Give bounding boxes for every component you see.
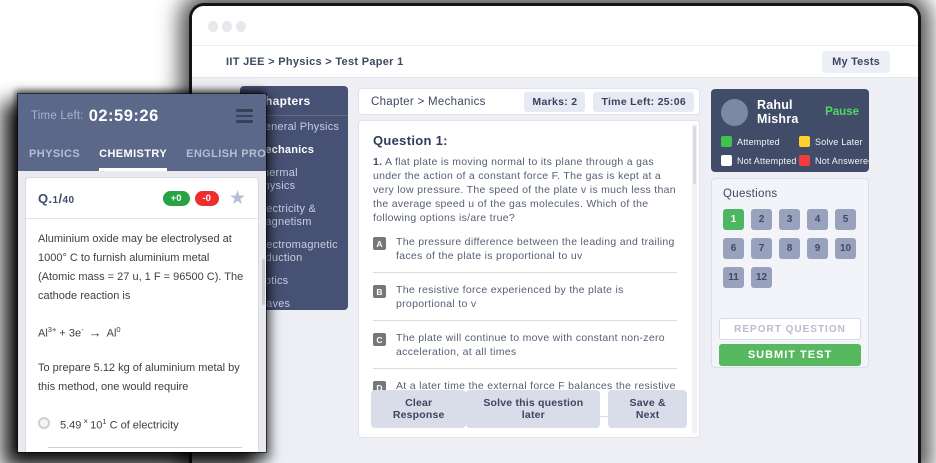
user-name: Rahul Mishra xyxy=(757,98,825,126)
legend-label: Attempted xyxy=(737,137,780,147)
question-cell-2[interactable]: 2 xyxy=(751,209,772,230)
legend-solve-later: Solve Later xyxy=(799,136,873,147)
screenshot-stage: IIT JEE > Physics > Test Paper 1 My Test… xyxy=(0,0,936,463)
radio-icon[interactable] xyxy=(38,417,50,429)
divider xyxy=(373,368,677,369)
phone-option-1[interactable]: 5.49×101 C of electricity xyxy=(38,397,246,448)
question-cell-5[interactable]: 5 xyxy=(835,209,856,230)
clear-response-button[interactable]: Clear Response xyxy=(371,390,466,428)
option-a-text: The pressure difference between the lead… xyxy=(396,236,677,263)
question-cell-7[interactable]: 7 xyxy=(751,238,772,259)
time-left-badge: Time Left: 25:06 xyxy=(593,92,694,112)
question-cell-11[interactable]: 11 xyxy=(723,267,744,288)
option-b-letter: B xyxy=(373,285,386,298)
phone-question-card-header: Q.1/40 +0 -0 ★ xyxy=(26,178,258,219)
negative-marks-pill: -0 xyxy=(195,191,219,206)
question-header-bar: Chapter > Mechanics Marks: 2 Time Left: … xyxy=(358,88,700,115)
phone-scrollbar-thumb[interactable] xyxy=(262,259,265,305)
phone-window: Time Left: 02:59:26 PHYSICS CHEMISTRY EN… xyxy=(18,94,266,452)
phone-question-body: Aluminium oxide may be electrolysed at 1… xyxy=(26,219,258,452)
questions-title: Questions xyxy=(723,188,857,200)
option-c[interactable]: C The plate will continue to move with c… xyxy=(373,332,677,359)
marks-badge: Marks: 2 xyxy=(524,92,585,112)
save-next-button[interactable]: Save & Next xyxy=(608,390,687,428)
top-nav-bar: IIT JEE > Physics > Test Paper 1 My Test… xyxy=(192,46,918,78)
question-body-text: A flat plate is moving normal to its pla… xyxy=(373,156,676,224)
option-c-text: The plate will continue to move with con… xyxy=(396,332,677,359)
status-legend: Attempted Solve Later Not Attempted Not … xyxy=(721,136,859,166)
tab-chemistry[interactable]: CHEMISTRY xyxy=(99,138,167,171)
option-b[interactable]: B The resistive force experienced by the… xyxy=(373,284,677,311)
question-cell-4[interactable]: 4 xyxy=(807,209,828,230)
reaction-arrow: → xyxy=(84,325,107,340)
question-title: Question 1: xyxy=(373,133,677,148)
question-cell-1[interactable]: 1 xyxy=(723,209,744,230)
pause-button[interactable]: Pause xyxy=(825,106,859,118)
legend-label: Solve Later xyxy=(815,137,863,147)
question-cell-12[interactable]: 12 xyxy=(751,267,772,288)
hamburger-menu-icon[interactable] xyxy=(236,109,253,123)
tab-english-proficiency[interactable]: ENGLISH PROFICIENCY xyxy=(186,138,266,171)
not-attempted-swatch-icon xyxy=(721,155,732,166)
positive-marks-pill: +0 xyxy=(163,191,190,206)
phone-header: Time Left: 02:59:26 xyxy=(18,94,266,138)
time-left-value: 02:59:26 xyxy=(89,107,159,126)
option-b-text: The resistive force experienced by the p… xyxy=(396,284,677,311)
divider xyxy=(373,320,677,321)
bookmark-star-icon[interactable]: ★ xyxy=(229,189,246,208)
desktop-content: Chapters General Physics Mechanics Therm… xyxy=(192,78,918,463)
attempted-swatch-icon xyxy=(721,136,732,147)
scrollbar-thumb[interactable] xyxy=(693,126,696,184)
legend-attempted: Attempted xyxy=(721,136,795,147)
phone-question-paragraph-2: To prepare 5.12 kg of aluminium metal by… xyxy=(38,359,246,397)
chapter-breadcrumb: Chapter > Mechanics xyxy=(371,96,486,108)
question-scrollbar[interactable] xyxy=(692,124,697,434)
questions-panel: Questions 1 2 3 4 5 6 7 8 9 10 11 12 REP… xyxy=(711,178,869,368)
option-c-letter: C xyxy=(373,333,386,346)
not-answered-swatch-icon xyxy=(799,155,810,166)
question-cell-8[interactable]: 8 xyxy=(779,238,800,259)
phone-body: Q.1/40 +0 -0 ★ Aluminium oxide may be el… xyxy=(18,171,266,452)
browser-chrome-bar xyxy=(192,6,918,46)
cathode-reaction-formula: Al3+ + 3e-→Al0 xyxy=(38,320,246,344)
desktop-window: IIT JEE > Physics > Test Paper 1 My Test… xyxy=(192,6,918,463)
tab-physics[interactable]: PHYSICS xyxy=(29,138,80,171)
question-number-prefix: 1. xyxy=(373,156,382,168)
divider xyxy=(373,272,677,273)
window-dot-icon[interactable] xyxy=(236,21,246,32)
questions-grid: 1 2 3 4 5 6 7 8 9 10 11 12 xyxy=(723,209,857,288)
solve-later-swatch-icon xyxy=(799,136,810,147)
user-card: Rahul Mishra Pause Attempted Solve Later… xyxy=(711,89,869,172)
question-counter: Q.1/40 xyxy=(38,191,74,206)
question-cell-3[interactable]: 3 xyxy=(779,209,800,230)
legend-not-answered: Not Answered xyxy=(799,155,873,166)
option-a-letter: A xyxy=(373,237,386,250)
avatar xyxy=(721,99,748,126)
window-controls xyxy=(208,21,246,32)
report-question-button[interactable]: REPORT QUESTION xyxy=(719,318,861,340)
legend-label: Not Answered xyxy=(815,156,873,166)
legend-not-attempted: Not Attempted xyxy=(721,155,795,166)
question-cell-9[interactable]: 9 xyxy=(807,238,828,259)
question-cell-10[interactable]: 10 xyxy=(835,238,856,259)
question-card: Question 1: 1. A flat plate is moving no… xyxy=(358,120,700,438)
question-cell-6[interactable]: 6 xyxy=(723,238,744,259)
phone-option-1-label: 5.49×101 C of electricity xyxy=(60,412,179,436)
window-dot-icon[interactable] xyxy=(208,21,218,32)
time-left-label: Time Left: xyxy=(31,110,84,122)
option-a[interactable]: A The pressure difference between the le… xyxy=(373,236,677,263)
my-tests-button[interactable]: My Tests xyxy=(822,51,890,73)
submit-test-button[interactable]: SUBMIT TEST xyxy=(719,344,861,366)
phone-option-2[interactable]: 5.49×104 C of electricity xyxy=(38,448,246,452)
phone-question-card: Q.1/40 +0 -0 ★ Aluminium oxide may be el… xyxy=(25,177,259,452)
question-text: 1. A flat plate is moving normal to its … xyxy=(373,155,677,225)
window-dot-icon[interactable] xyxy=(222,21,232,32)
subject-tabs: PHYSICS CHEMISTRY ENGLISH PROFICIENCY xyxy=(18,138,266,171)
solve-later-button[interactable]: Solve this question later xyxy=(466,390,600,428)
user-row: Rahul Mishra Pause xyxy=(721,98,859,126)
phone-question-paragraph-1: Aluminium oxide may be electrolysed at 1… xyxy=(38,230,246,306)
legend-label: Not Attempted xyxy=(737,156,797,166)
breadcrumb[interactable]: IIT JEE > Physics > Test Paper 1 xyxy=(226,56,404,68)
question-actions: Clear Response Solve this question later… xyxy=(371,390,687,428)
